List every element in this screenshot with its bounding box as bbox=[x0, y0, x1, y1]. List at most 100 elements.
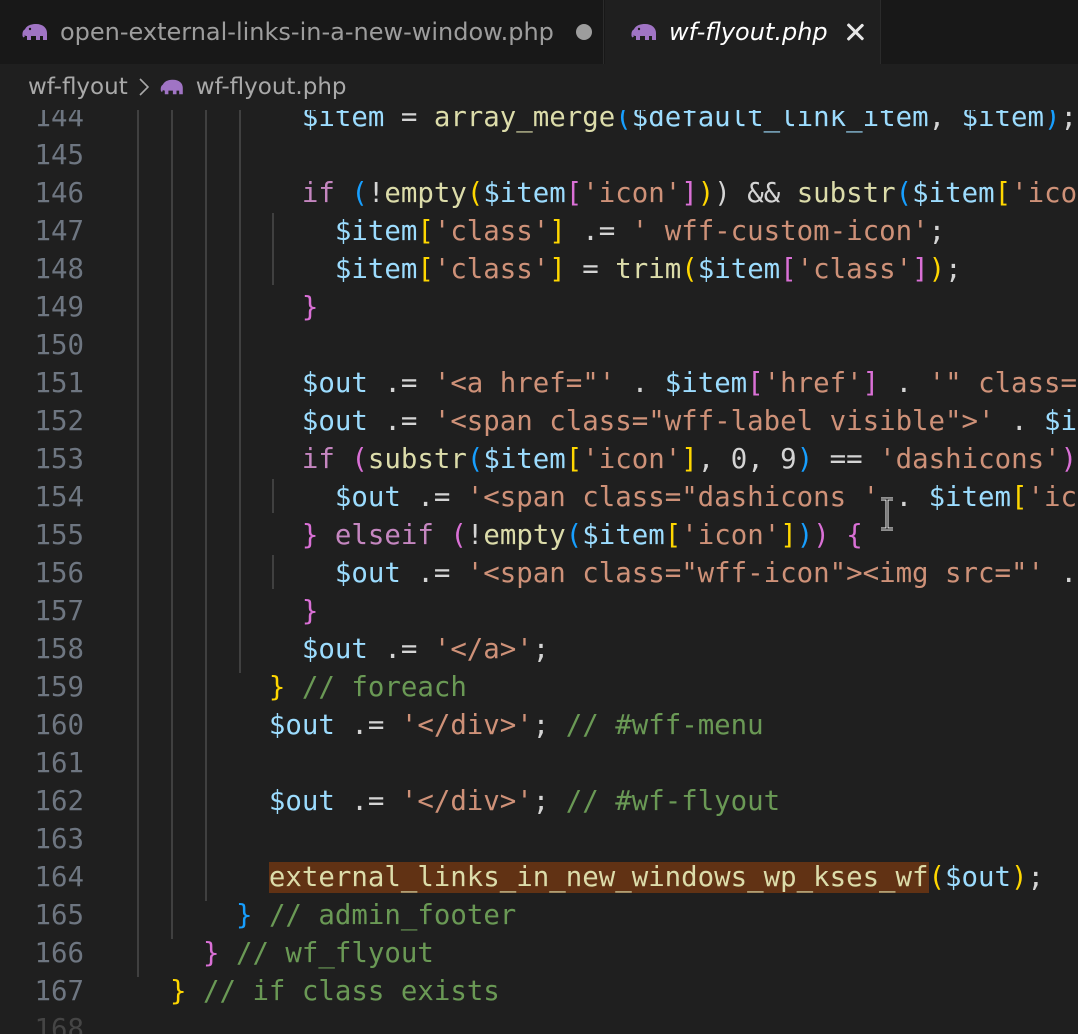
code-line[interactable]: 155 } elseif (!empty($item['icon'])) { bbox=[0, 517, 1078, 555]
code-line[interactable]: 145 bbox=[0, 137, 1078, 175]
code-token: ) && bbox=[714, 178, 797, 209]
code-token: { bbox=[846, 520, 863, 551]
code-token: empty bbox=[483, 520, 566, 551]
code-line[interactable]: 165 } // admin_footer bbox=[0, 897, 1078, 935]
code-token: ; bbox=[945, 254, 962, 285]
code-line[interactable]: 149 } bbox=[0, 289, 1078, 327]
code-line[interactable]: 168 bbox=[0, 1011, 1078, 1034]
code-token: ( bbox=[450, 520, 467, 551]
code-token: ( bbox=[615, 110, 632, 133]
php-elephant-icon bbox=[160, 79, 183, 95]
code-token: $out bbox=[945, 862, 1011, 893]
code-token: ] bbox=[862, 368, 880, 399]
code-token: '</a>' bbox=[433, 634, 533, 665]
code-token: ] bbox=[681, 178, 698, 209]
code-line[interactable]: 154 $out .= '<span class="dashicons ' . … bbox=[0, 479, 1078, 517]
code-line[interactable]: 157 } bbox=[0, 593, 1078, 631]
code-line[interactable]: 151 $out .= '<a href="' . $item['href'] … bbox=[0, 365, 1078, 403]
line-number: 145 bbox=[34, 140, 84, 171]
code-token: array_merge bbox=[433, 110, 616, 133]
code-token: ) bbox=[813, 520, 830, 551]
code-line[interactable]: 147 $item['class'] .= ' wff-custom-icon'… bbox=[0, 213, 1078, 251]
php-elephant-icon bbox=[631, 24, 656, 40]
code-token: 'icon' bbox=[582, 178, 682, 209]
code-line[interactable]: 163 bbox=[0, 821, 1078, 859]
code-token: ' wff-custom-icon' bbox=[631, 216, 929, 247]
line-number: 152 bbox=[34, 406, 84, 437]
tab-open-external-links-in-a-new-window[interactable]: open-external-links-in-a-new-window.php bbox=[0, 0, 604, 64]
code-line[interactable]: 148 $item['class'] = trim($item['class']… bbox=[0, 251, 1078, 289]
code-line[interactable]: 146 if (!empty($item['icon'])) && substr… bbox=[0, 175, 1078, 213]
code-token: . bbox=[879, 368, 929, 399]
close-tab-icon[interactable] bbox=[844, 21, 866, 43]
code-line[interactable]: 164 external_links_in_new_windows_wp_kse… bbox=[0, 859, 1078, 897]
breadcrumb-folder[interactable]: wf-flyout bbox=[28, 74, 128, 100]
code-text: $item = array_merge($default_link_item, … bbox=[104, 110, 1077, 137]
code-token: ] bbox=[681, 444, 698, 475]
code-token: .= bbox=[334, 710, 401, 741]
line-number: 154 bbox=[34, 482, 84, 513]
code-line[interactable]: 158 $out .= '</a>'; bbox=[0, 631, 1078, 669]
code-token: elseif bbox=[334, 520, 434, 551]
code-token: '<a href="' bbox=[433, 368, 616, 399]
code-line[interactable]: 144 $item = array_merge($default_link_it… bbox=[0, 110, 1078, 137]
code-line[interactable]: 153 if (substr($item['icon'], 0, 9) == '… bbox=[0, 441, 1078, 479]
code-line[interactable]: 167 } // if class exists bbox=[0, 973, 1078, 1011]
code-token: ] bbox=[549, 254, 566, 285]
code-token: 'icon' bbox=[582, 444, 682, 475]
tab-wf-flyout[interactable]: wf-flyout.php bbox=[605, 0, 881, 64]
code-token: ( bbox=[466, 444, 484, 475]
code-editor[interactable]: 144 $item = array_merge($default_link_it… bbox=[0, 110, 1078, 1034]
unsaved-changes-dot-icon[interactable] bbox=[575, 24, 592, 40]
code-token: if bbox=[301, 444, 335, 475]
code-line[interactable]: 159 } // foreach bbox=[0, 669, 1078, 707]
code-token: 'ico bbox=[1027, 482, 1078, 513]
code-lines: 144 $item = array_merge($default_link_it… bbox=[0, 110, 1078, 1034]
code-token: . bbox=[1043, 558, 1077, 589]
code-token: [ bbox=[417, 254, 434, 285]
code-token: 'icon' bbox=[1011, 178, 1078, 209]
line-number: 150 bbox=[34, 330, 84, 361]
code-text: $out .= '<span class="wff-icon"><img src… bbox=[104, 555, 1077, 593]
code-line[interactable]: 150 bbox=[0, 327, 1078, 365]
highlighted-token: external_links_in_new_windows_wp_kses_wf bbox=[268, 862, 929, 893]
code-token: 'dashicons' bbox=[879, 444, 1061, 475]
code-line[interactable]: 156 $out .= '<span class="wff-icon"><img… bbox=[0, 555, 1078, 593]
code-token: ; bbox=[928, 216, 946, 247]
code-token: ! bbox=[466, 520, 484, 551]
code-line[interactable]: 161 bbox=[0, 745, 1078, 783]
code-line[interactable]: 166 } // wf_flyout bbox=[0, 935, 1078, 973]
code-token: ( bbox=[681, 254, 698, 285]
code-token: .= bbox=[334, 786, 401, 817]
code-token: [ bbox=[747, 368, 764, 399]
line-number: 168 bbox=[34, 1014, 84, 1034]
code-line[interactable]: 152 $out .= '<span class="wff-label visi… bbox=[0, 403, 1078, 441]
code-token: ; bbox=[532, 710, 566, 741]
code-token: ] bbox=[912, 254, 929, 285]
line-number: 165 bbox=[34, 900, 84, 931]
code-token: $default_link_item bbox=[631, 110, 929, 133]
code-token: '<span class="wff-label visible">' bbox=[433, 406, 995, 437]
code-token: } bbox=[301, 596, 319, 627]
code-token: $out bbox=[268, 710, 335, 741]
code-token: $out bbox=[334, 482, 401, 513]
code-line[interactable]: 160 $out .= '</div>'; // #wff-menu bbox=[0, 707, 1078, 745]
code-token: $item bbox=[928, 482, 1012, 513]
breadcrumb-file[interactable]: wf-flyout.php bbox=[196, 74, 347, 100]
code-token: $item bbox=[697, 254, 781, 285]
code-line[interactable]: 162 $out .= '</div>'; // #wf-flyout bbox=[0, 783, 1078, 821]
